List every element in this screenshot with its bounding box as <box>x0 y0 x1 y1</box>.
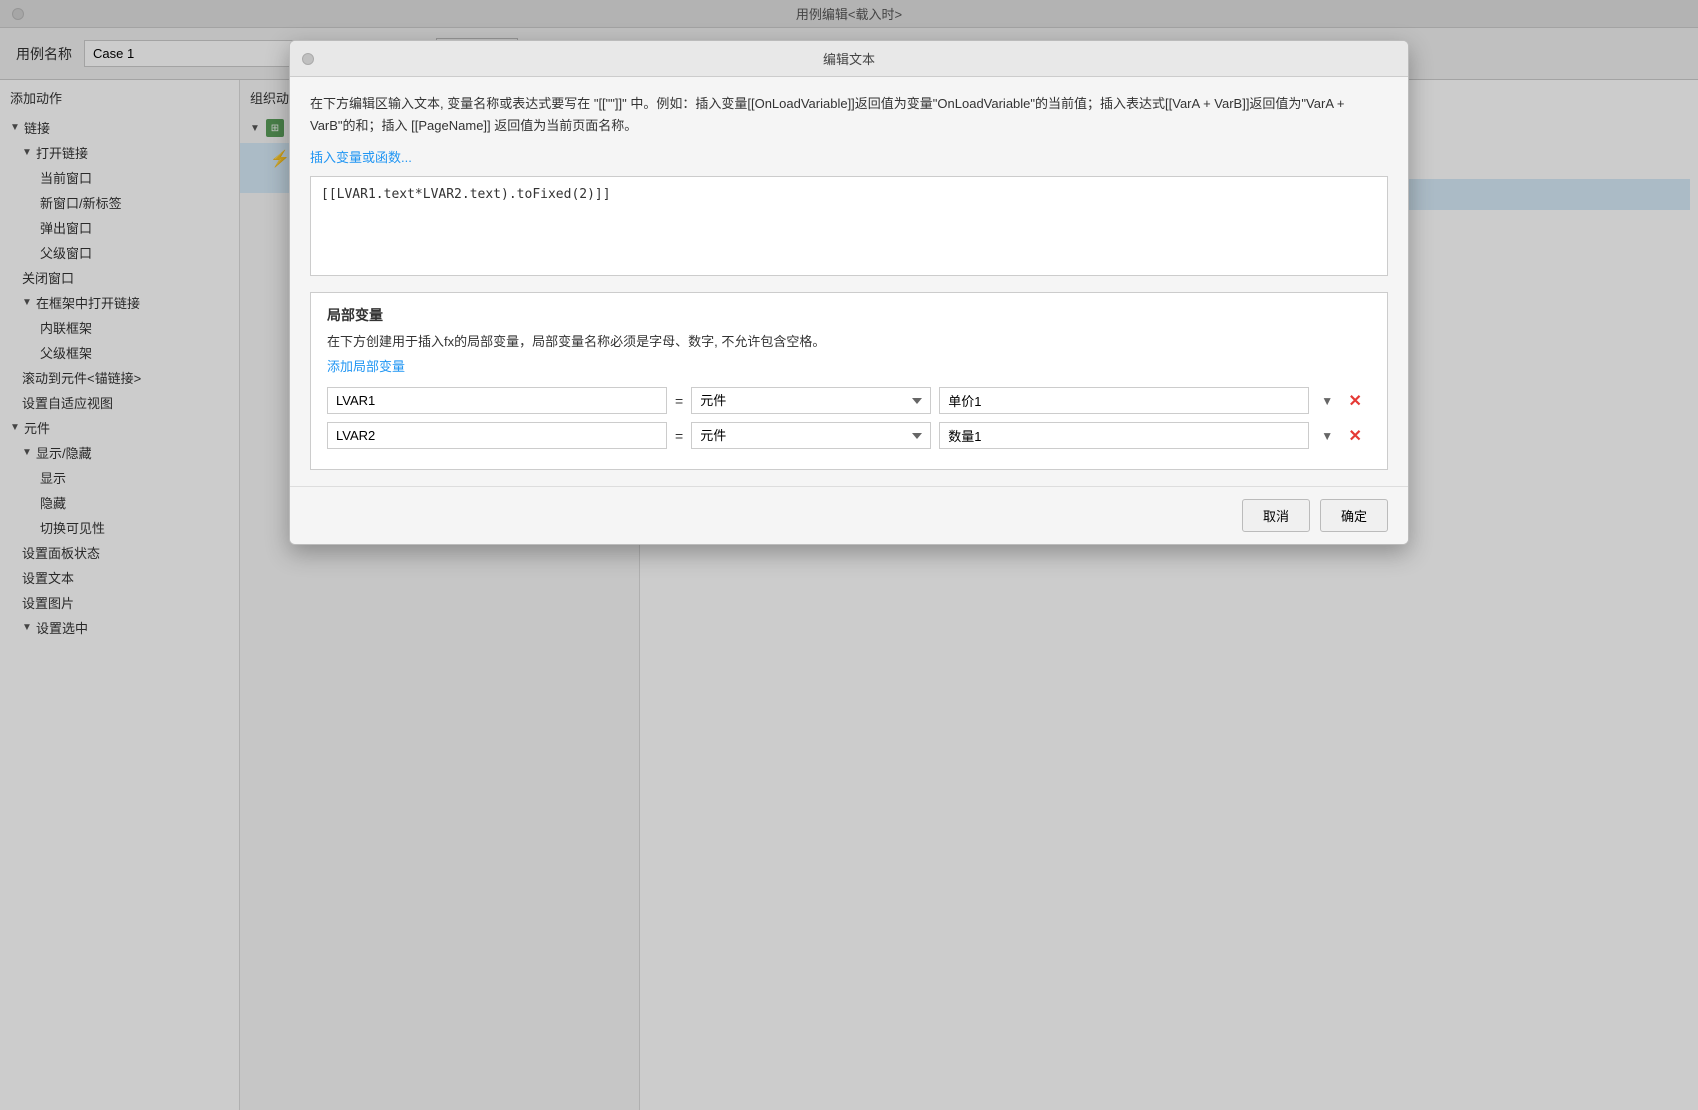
var-equals-1: = <box>675 393 683 409</box>
modal-titlebar: 编辑文本 <box>290 41 1408 77</box>
edit-text-modal: 编辑文本 在下方编辑区输入文本, 变量名称或表达式要写在 "[[""]]" 中。… <box>289 40 1409 545</box>
text-editor[interactable]: [[LVAR1.text*LVAR2.text).toFixed(2)]] <box>310 176 1388 276</box>
var-chevron-icon-2[interactable]: ▼ <box>1317 426 1337 446</box>
add-local-var-link[interactable]: 添加局部变量 <box>327 356 405 375</box>
var-value-input-1[interactable] <box>939 387 1309 414</box>
var-delete-button-2[interactable]: ✕ <box>1345 426 1365 446</box>
modal-body: 在下方编辑区输入文本, 变量名称或表达式要写在 "[[""]]" 中。例如：插入… <box>290 77 1408 486</box>
var-equals-2: = <box>675 428 683 444</box>
ok-button[interactable]: 确定 <box>1320 499 1388 532</box>
local-vars-title: 局部变量 <box>327 305 1371 325</box>
local-vars-section: 局部变量 在下方创建用于插入fx的局部变量，局部变量名称必须是字母、数字, 不允… <box>310 292 1388 470</box>
modal-title: 编辑文本 <box>823 49 875 68</box>
insert-variable-link[interactable]: 插入变量或函数... <box>310 147 412 166</box>
var-value-input-2[interactable] <box>939 422 1309 449</box>
modal-overlay: 编辑文本 在下方编辑区输入文本, 变量名称或表达式要写在 "[[""]]" 中。… <box>0 0 1698 1110</box>
local-vars-desc: 在下方创建用于插入fx的局部变量，局部变量名称必须是字母、数字, 不允许包含空格… <box>327 331 1371 350</box>
modal-close-dot[interactable] <box>302 53 314 65</box>
var-chevron-icon-1[interactable]: ▼ <box>1317 391 1337 411</box>
var-delete-button-1[interactable]: ✕ <box>1345 391 1365 411</box>
modal-description: 在下方编辑区输入文本, 变量名称或表达式要写在 "[[""]]" 中。例如：插入… <box>310 93 1388 137</box>
modal-footer: 取消 确定 <box>290 486 1408 544</box>
var-name-input-1[interactable] <box>327 387 667 414</box>
cancel-button[interactable]: 取消 <box>1242 499 1310 532</box>
var-row-1: = 元件 全局变量 ▼ ✕ <box>327 387 1371 414</box>
var-row-2: = 元件 全局变量 ▼ ✕ <box>327 422 1371 449</box>
var-type-select-1[interactable]: 元件 全局变量 <box>691 387 931 414</box>
var-type-select-2[interactable]: 元件 全局变量 <box>691 422 931 449</box>
var-name-input-2[interactable] <box>327 422 667 449</box>
